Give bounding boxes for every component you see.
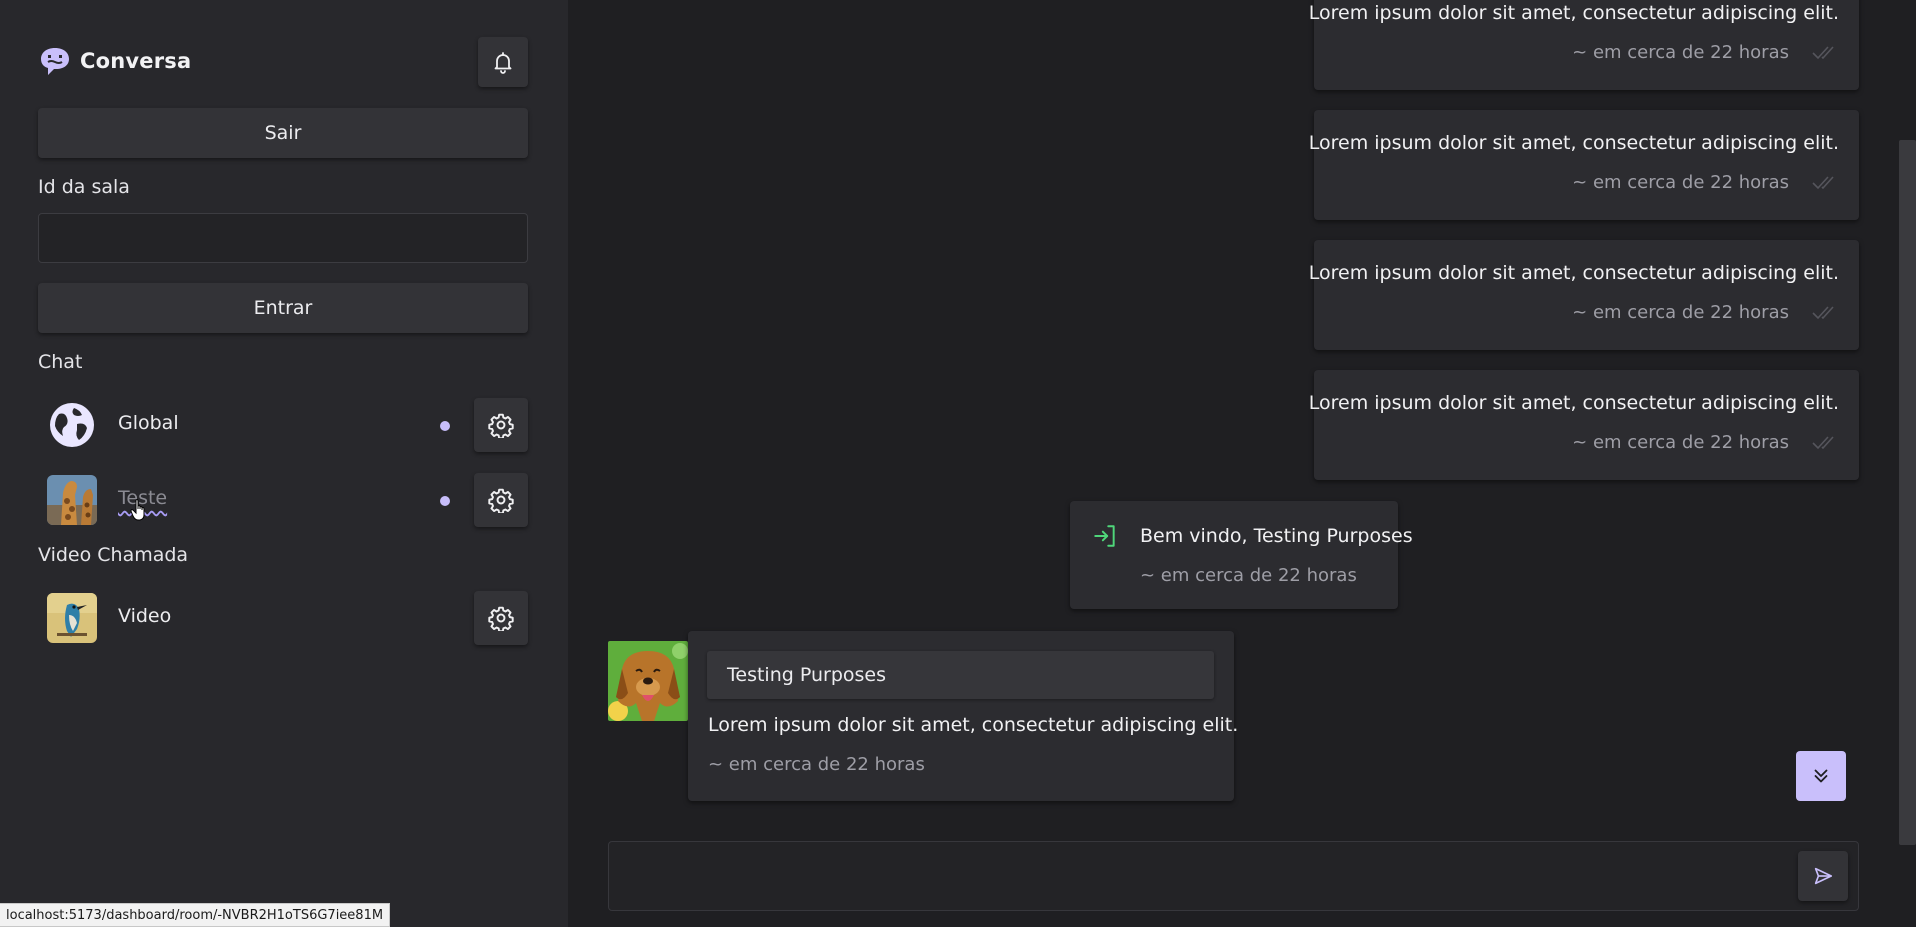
room-settings-button[interactable] (474, 591, 528, 645)
gear-icon (488, 413, 514, 438)
unread-indicator (440, 421, 450, 431)
brand[interactable]: Conversa (38, 44, 191, 78)
room-id-label: Id da sala (38, 176, 130, 198)
brand-name: Conversa (80, 49, 192, 73)
room-id-input[interactable] (38, 213, 528, 263)
unread-indicator (440, 496, 450, 506)
status-bar-url: localhost:5173/dashboard/room/-NVBR2H1oT… (0, 903, 391, 927)
send-button[interactable] (1798, 851, 1848, 901)
message-author[interactable]: Testing Purposes (707, 651, 1214, 699)
received-message: Testing Purposes Lorem ipsum dolor sit a… (688, 631, 1238, 801)
sidebar-item-label: Global (118, 412, 179, 434)
sidebar: Conversa Sair Id da sala Entrar Chat Glo… (0, 0, 568, 927)
message-time: ~ em cerca de 22 horas (1140, 565, 1357, 586)
chat-section-label: Chat (38, 351, 83, 373)
sidebar-item-global[interactable]: Global (38, 398, 528, 452)
logout-button[interactable]: Sair (38, 108, 528, 158)
message-text: Lorem ipsum dolor sit amet, consectetur … (1308, 2, 1839, 24)
own-message: Lorem ipsum dolor sit amet, consectetur … (1309, 370, 1859, 480)
giraffe-avatar (47, 475, 97, 525)
enter-room-button[interactable]: Entrar (38, 283, 528, 333)
message-time: ~ em cerca de 22 horas (1572, 302, 1789, 323)
message-text: Lorem ipsum dolor sit amet, consectetur … (1308, 132, 1839, 154)
chevrons-down-icon (1814, 769, 1828, 783)
double-check-icon (1812, 436, 1834, 450)
scroll-to-bottom-button[interactable] (1796, 751, 1846, 801)
message-text: Lorem ipsum dolor sit amet, consectetur … (1308, 262, 1839, 284)
sidebar-item-teste[interactable]: Teste (38, 473, 528, 527)
login-arrow-icon (1094, 525, 1115, 547)
message-time: ~ em cerca de 22 horas (1572, 42, 1789, 63)
hand-cursor-icon (130, 499, 145, 521)
double-check-icon (1812, 306, 1834, 320)
scrollbar-thumb[interactable] (1899, 140, 1916, 845)
system-message: Bem vindo, Testing Purposes ~ em cerca d… (1070, 501, 1413, 609)
own-message: Lorem ipsum dolor sit amet, consectetur … (1309, 110, 1859, 220)
message-time: ~ em cerca de 22 horas (1572, 432, 1789, 453)
message-text: Lorem ipsum dolor sit amet, consectetur … (1308, 392, 1839, 414)
own-message: Lorem ipsum dolor sit amet, consectetur … (1309, 240, 1859, 350)
message-time: ~ em cerca de 22 horas (1572, 172, 1789, 193)
send-icon (1814, 867, 1833, 885)
notifications-button[interactable] (478, 37, 528, 87)
room-settings-button[interactable] (474, 473, 528, 527)
own-message: Lorem ipsum dolor sit amet, consectetur … (1309, 0, 1859, 90)
bell-icon (494, 52, 512, 74)
gear-icon (488, 488, 514, 513)
double-check-icon (1812, 176, 1834, 190)
video-section-label: Video Chamada (38, 544, 189, 566)
system-message-text: Bem vindo, Testing Purposes (1140, 525, 1413, 547)
bird-avatar (47, 593, 97, 643)
chat-bubble-logo-icon (41, 48, 69, 75)
sidebar-item-video[interactable]: Video (38, 591, 528, 645)
sidebar-item-label: Video (118, 605, 172, 627)
message-time: ~ em cerca de 22 horas (708, 754, 925, 775)
gear-icon (488, 606, 514, 631)
message-composer[interactable] (608, 841, 1859, 911)
message-text: Lorem ipsum dolor sit amet, consectetur … (708, 714, 1239, 736)
dog-avatar[interactable] (608, 641, 688, 721)
globe-icon (47, 400, 97, 450)
double-check-icon (1812, 46, 1834, 60)
room-settings-button[interactable] (474, 398, 528, 452)
